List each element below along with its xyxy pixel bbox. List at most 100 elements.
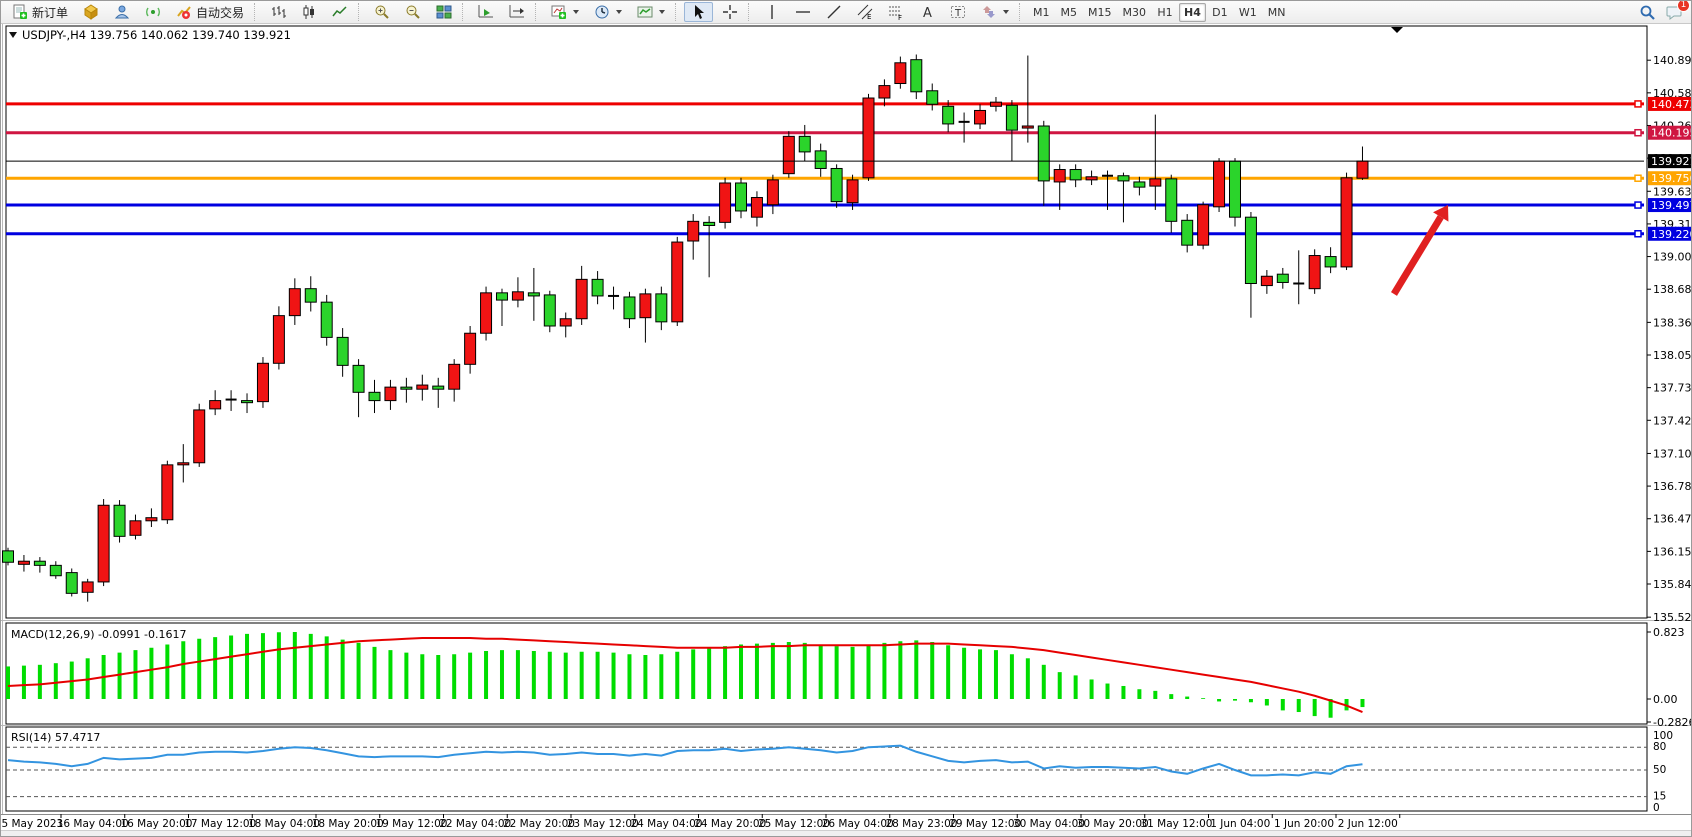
zoom-in-button[interactable] bbox=[367, 2, 396, 22]
zoom-out-button[interactable] bbox=[398, 2, 427, 22]
notification-badge: 1 bbox=[1677, 0, 1690, 12]
svg-text:136.155: 136.155 bbox=[1653, 545, 1692, 558]
svg-text:29 May 12:00: 29 May 12:00 bbox=[949, 818, 1021, 830]
svg-text:22 May 04:00: 22 May 04:00 bbox=[439, 818, 511, 830]
separator bbox=[675, 3, 680, 21]
equidistant-channel-icon: E bbox=[856, 4, 873, 21]
svg-text:0.00: 0.00 bbox=[1653, 693, 1678, 706]
svg-text:28 May 23:00: 28 May 23:00 bbox=[885, 818, 957, 830]
candlestick-button[interactable] bbox=[294, 2, 323, 22]
svg-text:135.520: 135.520 bbox=[1653, 611, 1692, 624]
market-watch-button[interactable] bbox=[76, 2, 105, 22]
svg-text:22 May 20:00: 22 May 20:00 bbox=[503, 818, 575, 830]
timeframe-mn[interactable]: MN bbox=[1263, 3, 1291, 22]
svg-text:136.785: 136.785 bbox=[1653, 480, 1692, 493]
svg-text:80: 80 bbox=[1653, 741, 1666, 753]
svg-text:137.420: 137.420 bbox=[1653, 414, 1692, 427]
accounts-button[interactable] bbox=[107, 2, 136, 22]
timeframe-m5[interactable]: M5 bbox=[1056, 3, 1083, 22]
svg-text:140.473: 140.473 bbox=[1651, 98, 1692, 111]
tile-windows-icon bbox=[435, 4, 452, 21]
signal-button[interactable] bbox=[138, 2, 167, 22]
svg-text:135.840: 135.840 bbox=[1653, 578, 1692, 591]
svg-text:50: 50 bbox=[1653, 764, 1666, 776]
search-icon[interactable] bbox=[1639, 4, 1656, 21]
new-chart-button[interactable] bbox=[544, 2, 585, 22]
auto-trading-button[interactable]: 自动交易 bbox=[169, 2, 250, 22]
svg-text:1 Jun 04:00: 1 Jun 04:00 bbox=[1210, 818, 1270, 830]
svg-text:15 May 2023: 15 May 2023 bbox=[1, 818, 63, 830]
cursor-tool-button[interactable] bbox=[684, 2, 713, 22]
chart-shift-button[interactable] bbox=[502, 2, 531, 22]
svg-text:30 May 20:00: 30 May 20:00 bbox=[1077, 818, 1149, 830]
timeframe-h4[interactable]: H4 bbox=[1179, 3, 1206, 22]
separator bbox=[358, 3, 363, 21]
chart-canvas[interactable]: 140.895140.580140.265139.950139.630139.3… bbox=[1, 24, 1692, 830]
templates-button[interactable] bbox=[630, 2, 671, 22]
svg-text:0: 0 bbox=[1653, 802, 1660, 814]
svg-text:137.100: 137.100 bbox=[1653, 447, 1692, 460]
trendline-tool[interactable] bbox=[819, 2, 848, 22]
svg-text:138.685: 138.685 bbox=[1653, 283, 1692, 296]
horizontal-line-tool[interactable] bbox=[788, 2, 817, 22]
timeframe-group: M1M5M15M30H1H4D1W1MN bbox=[1028, 3, 1290, 22]
svg-text:137.735: 137.735 bbox=[1653, 382, 1692, 395]
svg-text:139.921: 139.921 bbox=[1651, 155, 1692, 168]
svg-text:31 May 12:00: 31 May 12:00 bbox=[1140, 818, 1212, 830]
zoom-out-icon bbox=[404, 4, 421, 21]
crosshair-tool-button[interactable] bbox=[715, 2, 744, 22]
vertical-line-icon bbox=[763, 4, 780, 21]
signal-icon bbox=[144, 4, 161, 21]
svg-text:139.630: 139.630 bbox=[1653, 185, 1692, 198]
new-order-button[interactable]: 新订单 bbox=[5, 2, 74, 22]
timeframe-h1[interactable]: H1 bbox=[1152, 3, 1178, 22]
vertical-line-tool[interactable] bbox=[757, 2, 786, 22]
candlestick-icon bbox=[300, 4, 317, 21]
clock-icon bbox=[593, 4, 610, 21]
svg-text:100: 100 bbox=[1653, 730, 1673, 742]
user-icon bbox=[113, 4, 130, 21]
timeframe-w1[interactable]: W1 bbox=[1234, 3, 1262, 22]
svg-text:140.195: 140.195 bbox=[1651, 127, 1692, 140]
fibonacci-tool[interactable]: F bbox=[881, 2, 910, 22]
chat-icon[interactable]: 1 bbox=[1666, 4, 1683, 21]
market-watch-icon bbox=[82, 4, 99, 21]
timeframe-m1[interactable]: M1 bbox=[1028, 3, 1055, 22]
svg-text:23 May 12:00: 23 May 12:00 bbox=[567, 818, 639, 830]
line-chart-icon bbox=[331, 4, 348, 21]
new-chart-icon bbox=[550, 4, 567, 21]
periods-button[interactable] bbox=[587, 2, 628, 22]
svg-text:138.365: 138.365 bbox=[1653, 316, 1692, 329]
timeframe-m15[interactable]: M15 bbox=[1083, 3, 1117, 22]
separator bbox=[535, 3, 540, 21]
cursor-icon bbox=[690, 4, 707, 21]
svg-text:-0.2826: -0.2826 bbox=[1653, 716, 1692, 729]
tile-windows-button[interactable] bbox=[429, 2, 458, 22]
auto-scroll-button[interactable] bbox=[471, 2, 500, 22]
timeframe-m30[interactable]: M30 bbox=[1118, 3, 1152, 22]
svg-text:26 May 04:00: 26 May 04:00 bbox=[822, 818, 894, 830]
svg-text:1 Jun 20:00: 1 Jun 20:00 bbox=[1274, 818, 1334, 830]
svg-text:140.895: 140.895 bbox=[1653, 54, 1692, 67]
channel-tool[interactable]: E bbox=[850, 2, 879, 22]
svg-text:19 May 12:00: 19 May 12:00 bbox=[375, 818, 447, 830]
bar-chart-button[interactable] bbox=[263, 2, 292, 22]
arrows-tool[interactable] bbox=[974, 2, 1015, 22]
status-bar bbox=[1, 830, 1692, 837]
svg-text:T: T bbox=[954, 8, 962, 19]
separator bbox=[254, 3, 259, 21]
svg-text:15: 15 bbox=[1653, 791, 1666, 803]
svg-text:F: F bbox=[898, 14, 902, 20]
bar-chart-icon bbox=[269, 4, 286, 21]
chart-area[interactable]: 140.895140.580140.265139.950139.630139.3… bbox=[1, 24, 1692, 830]
line-chart-button[interactable] bbox=[325, 2, 354, 22]
separator bbox=[748, 3, 753, 21]
crosshair-icon bbox=[721, 4, 738, 21]
text-tool[interactable]: A bbox=[912, 2, 941, 22]
svg-text:16 May 20:00: 16 May 20:00 bbox=[120, 818, 192, 830]
trading-platform-window: 新订单 自动交易 bbox=[0, 0, 1692, 837]
label-tool[interactable]: T bbox=[943, 2, 972, 22]
svg-text:16 May 04:00: 16 May 04:00 bbox=[57, 818, 129, 830]
timeframe-d1[interactable]: D1 bbox=[1207, 3, 1233, 22]
auto-trading-label: 自动交易 bbox=[196, 4, 244, 21]
